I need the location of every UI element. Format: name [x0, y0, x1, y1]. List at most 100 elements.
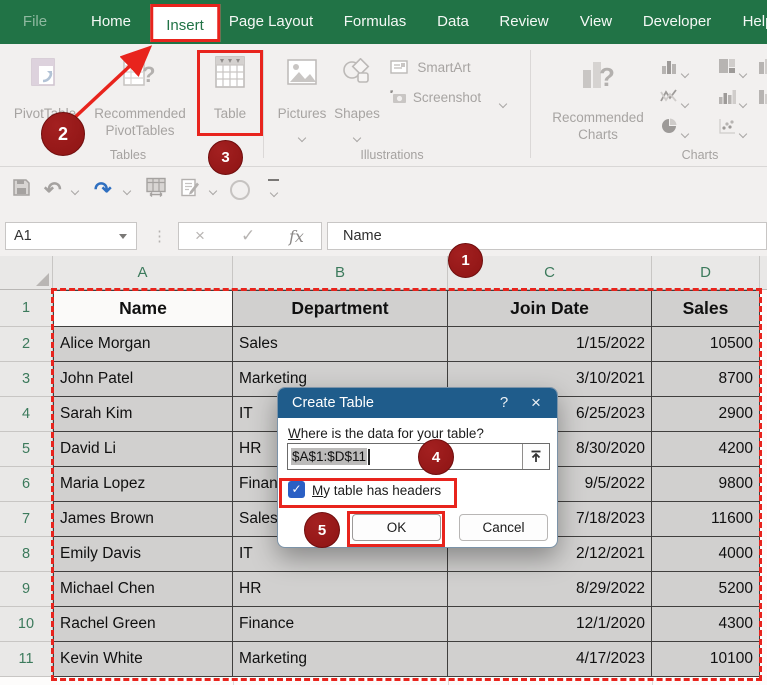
cell-D3[interactable]: 8700 [652, 362, 760, 397]
customize-qat-icon[interactable] [268, 179, 279, 201]
column-chart-dropdown-icon[interactable] [682, 64, 688, 82]
formula-bar-separator[interactable]: ⋮ [152, 222, 168, 250]
cell-A11[interactable]: Kevin White [53, 642, 233, 677]
line-chart-dropdown-icon[interactable] [682, 94, 688, 112]
column-header-A[interactable]: A [53, 256, 233, 289]
row-header-4[interactable]: 4 [0, 397, 53, 432]
clipped-chart-icon[interactable] [758, 88, 767, 109]
dialog-title-bar[interactable]: Create Table ? × [278, 388, 557, 418]
row-header-3[interactable]: 3 [0, 362, 53, 397]
name-box[interactable]: A1 [5, 222, 137, 250]
treemap-chart-dropdown-icon[interactable] [740, 64, 746, 82]
quick-edit-dropdown-icon[interactable] [210, 181, 216, 199]
scatter-chart-icon[interactable] [718, 118, 736, 139]
tab-home[interactable]: Home [91, 0, 131, 44]
cell-B10[interactable]: Finance [233, 607, 448, 642]
enter-entry-icon[interactable]: ✓ [241, 226, 255, 246]
cell-D8[interactable]: 4000 [652, 537, 760, 572]
row-header-10[interactable]: 10 [0, 607, 53, 642]
shape-circle-icon[interactable] [230, 180, 250, 200]
scatter-chart-dropdown-icon[interactable] [740, 124, 746, 142]
cell-A4[interactable]: Sarah Kim [53, 397, 233, 432]
column-chart-icon[interactable] [660, 58, 678, 79]
cell-A6[interactable]: Maria Lopez [53, 467, 233, 502]
redo-dropdown-icon[interactable] [124, 181, 130, 199]
formula-bar-input[interactable]: Name [327, 222, 767, 250]
cell-D4[interactable]: 2900 [652, 397, 760, 432]
pictures-button[interactable]: Pictures [278, 106, 327, 121]
row-header-7[interactable]: 7 [0, 502, 53, 537]
cell-D7[interactable]: 11600 [652, 502, 760, 537]
cell-D2[interactable]: 10500 [652, 327, 760, 362]
tab-review[interactable]: Review [499, 0, 548, 44]
cell-D5[interactable]: 4200 [652, 432, 760, 467]
cell-C9[interactable]: 8/29/2022 [448, 572, 652, 607]
cell-A2[interactable]: Alice Morgan [53, 327, 233, 362]
screenshot-button[interactable]: Screenshot [413, 90, 481, 105]
screenshot-dropdown-icon[interactable] [500, 94, 506, 112]
tab-data[interactable]: Data [437, 0, 469, 44]
cell-B1[interactable]: Department [233, 290, 448, 327]
recommended-pivottables-button[interactable]: Recommended [94, 106, 186, 121]
quick-edit-form-icon[interactable] [180, 177, 200, 202]
bar-chart-dropdown-icon[interactable] [740, 94, 746, 112]
cancel-entry-icon[interactable]: × [195, 226, 205, 246]
tab-file[interactable]: File [23, 0, 47, 44]
cancel-button[interactable]: Cancel [459, 514, 548, 541]
select-all-corner[interactable] [0, 256, 53, 290]
redo-icon[interactable]: ↷ [94, 179, 112, 200]
cell-B9[interactable]: HR [233, 572, 448, 607]
name-box-dropdown-icon[interactable] [119, 234, 127, 239]
table-autofit-icon[interactable] [146, 177, 166, 202]
row-header-11[interactable]: 11 [0, 642, 53, 677]
table-range-input[interactable]: $A$1:$D$11 [287, 443, 550, 470]
pivottable-button[interactable]: PivotTable [14, 106, 76, 121]
undo-dropdown-icon[interactable] [72, 181, 78, 199]
recommended-charts-button-line2[interactable]: Charts [578, 127, 618, 142]
clipped-chart-icon[interactable] [758, 58, 767, 79]
table-button[interactable]: Table [214, 106, 246, 121]
cell-D10[interactable]: 4300 [652, 607, 760, 642]
cell-C10[interactable]: 12/1/2020 [448, 607, 652, 642]
bar-chart-icon[interactable] [718, 88, 736, 109]
tab-developer[interactable]: Developer [643, 0, 711, 44]
pie-chart-icon[interactable] [660, 118, 678, 139]
row-header-6[interactable]: 6 [0, 467, 53, 502]
column-header-C[interactable]: C [448, 256, 652, 289]
save-icon[interactable] [12, 178, 31, 202]
tab-formulas[interactable]: Formulas [344, 0, 407, 44]
column-header-B[interactable]: B [233, 256, 448, 289]
row-header-1[interactable]: 1 [0, 290, 53, 327]
cell-C2[interactable]: 1/15/2022 [448, 327, 652, 362]
row-header-5[interactable]: 5 [0, 432, 53, 467]
cell-B11[interactable]: Marketing [233, 642, 448, 677]
shapes-button[interactable]: Shapes [334, 106, 380, 121]
undo-icon[interactable]: ↶ [44, 179, 62, 200]
row-header-8[interactable]: 8 [0, 537, 53, 572]
cell-B2[interactable]: Sales [233, 327, 448, 362]
pictures-dropdown-icon[interactable] [299, 128, 305, 146]
cell-C11[interactable]: 4/17/2023 [448, 642, 652, 677]
cell-A5[interactable]: David Li [53, 432, 233, 467]
cell-A8[interactable]: Emily Davis [53, 537, 233, 572]
smartart-button[interactable]: SmartArt [417, 60, 470, 75]
line-chart-icon[interactable] [660, 88, 678, 109]
column-header-D[interactable]: D [652, 256, 760, 289]
headers-checkbox[interactable]: ✓ [288, 481, 305, 498]
shapes-dropdown-icon[interactable] [354, 128, 360, 146]
row-header-9[interactable]: 9 [0, 572, 53, 607]
range-picker-button[interactable] [522, 444, 549, 469]
pivottable-dropdown-icon[interactable] [42, 128, 48, 146]
dialog-close-icon[interactable]: × [521, 388, 551, 418]
cell-D6[interactable]: 9800 [652, 467, 760, 502]
cell-A7[interactable]: James Brown [53, 502, 233, 537]
tab-insert[interactable]: Insert [150, 4, 220, 42]
pie-chart-dropdown-icon[interactable] [682, 124, 688, 142]
treemap-chart-icon[interactable] [718, 58, 736, 79]
tab-help[interactable]: Help [743, 0, 767, 44]
recommended-charts-button[interactable]: Recommended [552, 110, 644, 125]
tab-page-layout[interactable]: Page Layout [229, 0, 313, 44]
cell-D1[interactable]: Sales [652, 290, 760, 327]
tab-view[interactable]: View [580, 0, 612, 44]
dialog-help-icon[interactable]: ? [489, 388, 519, 418]
